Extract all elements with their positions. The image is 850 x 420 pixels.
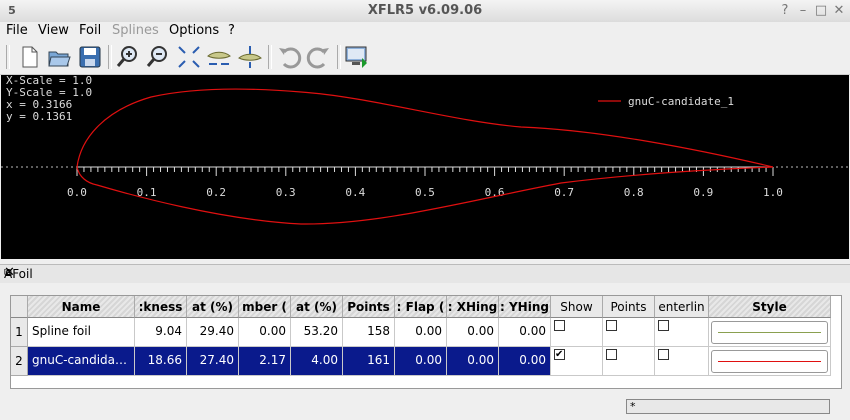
reset-y-scale-icon[interactable] [237,44,263,70]
column-header[interactable]: Show [551,296,603,318]
cursor-y-readout: y = 0.1361 [6,110,72,123]
maximize-button[interactable]: □ [812,2,830,20]
table-cell[interactable]: 0.00 [239,318,291,347]
table-cell[interactable]: 9.04 [135,318,187,347]
title-bar: 5 XFLR5 v6.09.06 ? – □ ✕ [0,0,850,23]
column-header[interactable]: : XHing [447,296,499,318]
table-cell[interactable]: 0.00 [395,347,447,376]
table-cell[interactable]: 161 [343,347,395,376]
x-tick-label: 0.8 [624,186,644,199]
column-header[interactable]: :kness [135,296,187,318]
redo-icon[interactable] [306,44,332,70]
table-cell[interactable]: 27.40 [187,347,239,376]
x-tick-label: 0.2 [206,186,226,199]
line-style-button[interactable] [711,321,828,344]
x-tick-label: 0.7 [554,186,574,199]
column-header[interactable]: enterlin [655,296,709,318]
toolbar [0,40,850,75]
column-header[interactable]: Points [343,296,395,318]
toolbar-separator [108,45,112,69]
menu-file[interactable]: File [6,23,28,38]
line-style-swatch [718,332,821,333]
column-header[interactable]: : YHing [499,296,551,318]
row-header[interactable]: 2 [11,347,28,376]
show-checkbox[interactable] [554,320,565,331]
points-checkbox[interactable] [606,320,617,331]
new-file-icon[interactable] [16,44,42,70]
x-axis-ticks [76,167,774,176]
table-cell[interactable]: 158 [343,318,395,347]
column-header[interactable]: mber ( [239,296,291,318]
reset-x-scale-icon[interactable] [206,44,232,70]
menu-help[interactable]: ? [228,23,235,38]
minimize-button[interactable]: – [794,2,812,20]
line-style-button[interactable] [711,350,828,373]
zoom-out-icon[interactable] [145,44,171,70]
window-title: XFLR5 v6.09.06 [367,3,483,18]
menu-foil[interactable]: Foil [79,23,101,38]
toolbar-separator [268,45,272,69]
column-header[interactable]: Style [709,296,831,318]
column-header[interactable]: Name [28,296,135,318]
foil-plot[interactable]: X-Scale = 1.0 Y-Scale = 1.0 x = 0.3166 y… [1,75,849,259]
table-cell[interactable]: 0.00 [447,318,499,347]
row-header[interactable]: 1 [11,318,28,347]
foil-name-cell[interactable]: Spline foil [28,318,135,347]
zoom-in-icon[interactable] [115,44,141,70]
undo-icon[interactable] [276,44,302,70]
foil-name-cell[interactable]: gnuC-candida… [28,347,135,376]
menu-view[interactable]: View [38,23,69,38]
x-tick-label: 0.0 [67,186,87,199]
toolbar-handle[interactable] [6,45,10,69]
open-folder-icon[interactable] [46,44,72,70]
table-cell[interactable]: 0.00 [499,318,551,347]
reset-view-icon[interactable] [176,44,202,70]
status-field: * [626,399,830,414]
menu-splines[interactable]: Splines [112,23,159,38]
afoil-dock-title: AFoil ⧉ ✕ [0,264,850,283]
close-window-button[interactable]: ✕ [830,2,848,20]
table-cell[interactable]: 0.00 [499,347,551,376]
table-cell[interactable]: 29.40 [187,318,239,347]
column-header[interactable]: at (%) [187,296,239,318]
column-header[interactable]: at (%) [291,296,343,318]
show-checkbox[interactable]: ✔ [554,349,565,360]
toolbar-separator [337,45,341,69]
column-header[interactable]: : Flap ( [395,296,447,318]
close-dock-button[interactable]: ✕ [4,265,842,280]
table-cell[interactable]: 0.00 [447,347,499,376]
store-foil-icon[interactable] [344,44,370,70]
centerline-checkbox[interactable] [658,320,669,331]
line-style-swatch [718,361,821,362]
x-tick-label: 0.5 [415,186,435,199]
table-cell[interactable]: 53.20 [291,318,343,347]
table-cell[interactable]: 4.00 [291,347,343,376]
menu-bar: File View Foil Splines Options ? [0,22,850,40]
legend-label: gnuC-candidate_1 [628,95,734,108]
column-header[interactable]: Points [603,296,655,318]
points-checkbox[interactable] [606,349,617,360]
table-corner[interactable] [11,296,28,318]
foil-plot-canvas[interactable]: X-Scale = 1.0 Y-Scale = 1.0 x = 0.3166 y… [1,75,849,259]
table-cell[interactable]: 0.00 [395,318,447,347]
save-icon[interactable] [77,44,103,70]
help-button[interactable]: ? [776,2,794,20]
x-tick-label: 0.9 [693,186,713,199]
x-tick-label: 1.0 [763,186,783,199]
table-cell[interactable]: 2.17 [239,347,291,376]
menu-options[interactable]: Options [169,23,219,38]
centerline-checkbox[interactable] [658,349,669,360]
x-tick-label: 0.4 [345,186,365,199]
foil-table[interactable]: Name:kness at (%) mber (at (%) Points: Flap… [10,295,842,389]
table-cell[interactable]: 18.66 [135,347,187,376]
x-tick-label: 0.3 [276,186,296,199]
